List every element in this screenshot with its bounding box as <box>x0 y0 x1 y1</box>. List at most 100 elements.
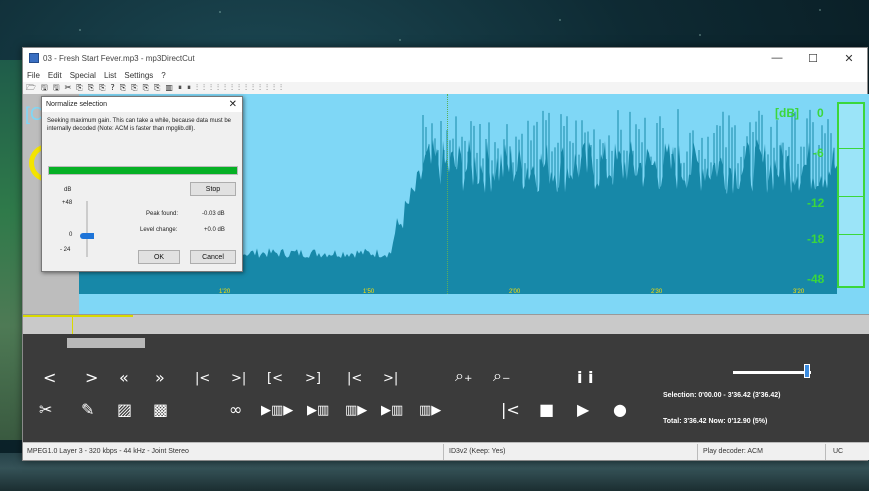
menu-help[interactable]: ? <box>161 71 165 80</box>
peak-value: -0.03 dB <box>202 211 225 217</box>
toolbar-button[interactable]: ⎘ <box>88 83 94 92</box>
timeline-tick: 3'20 <box>793 289 805 295</box>
timeline-tick: 2'00 <box>509 289 521 295</box>
toolbar: 🗁 🖫 🖫 ✂ ⎘ ⎘ ⎘? ⎘ ⎘ ⎘ ⎘ ▥ ⏸ ⏸ ⫶ ⫶ ⫶ ⫶ ⫶ ⫶ ⫶ ⫶ ⫶ ⫶ ⫶ ⫶ ⫶ <box>23 82 867 94</box>
toolbar-button[interactable]: ? <box>111 83 115 92</box>
status-format: MPEG1.0 Layer 3 - 320 kbps - 44 kHz - Jo… <box>27 448 189 455</box>
menu-edit[interactable]: Edit <box>48 71 62 80</box>
nudge-right-button[interactable]: > <box>85 370 98 386</box>
overview-selection <box>23 315 133 317</box>
selection-end-button[interactable]: >] <box>305 372 321 385</box>
nudge-left-button[interactable]: < <box>43 370 56 386</box>
menu-special[interactable]: Special <box>70 71 96 80</box>
menu-list[interactable]: List <box>104 71 116 80</box>
gain-slider[interactable] <box>86 201 88 257</box>
previous-cue-button[interactable]: |< <box>347 372 362 385</box>
toolbar-button[interactable]: ⫶ <box>273 83 275 92</box>
toolbar-button[interactable]: ⫶ <box>259 83 261 92</box>
play-selection-icon[interactable]: ▶▥▶ <box>261 404 293 417</box>
status-decoder: Play decoder: ACM <box>703 448 763 455</box>
toolbar-button[interactable]: ⫶ <box>231 83 233 92</box>
toolbar-button[interactable]: 🖫 <box>53 83 60 92</box>
title-bar: 03 - Fresh Start Fever.mp3 - mp3DirectCu… <box>23 48 867 68</box>
db-level-48: -48 <box>807 272 825 286</box>
cut-icon[interactable]: ✂ <box>39 402 52 418</box>
overview-marker <box>72 315 73 335</box>
toolbar-button[interactable]: ⎘ <box>131 83 137 92</box>
play-after-icon[interactable]: ▥▶ <box>419 404 441 417</box>
menu-file[interactable]: File <box>27 71 40 80</box>
dialog-message: Seeking maximum gain. This can take a wh… <box>47 118 231 132</box>
peak-label: Peak found: <box>146 211 179 217</box>
toolbar-button[interactable]: ⫶ <box>217 83 219 92</box>
toolbar-button[interactable]: ⫶ <box>238 83 240 92</box>
toolbar-button[interactable]: ⫶ <box>203 83 205 92</box>
toolbar-button[interactable]: ⎘ <box>143 83 149 92</box>
info-icon[interactable]: i i <box>577 370 594 386</box>
status-id3: ID3v2 (Keep: Yes) <box>449 448 506 455</box>
control-panel: < > « » |< >| [< >] |< >| ⌕₊ ⌕₋ i i ✂ ✎ … <box>23 334 869 442</box>
rewind-icon[interactable]: |< <box>501 402 520 418</box>
fade-in-icon[interactable]: ▨ <box>117 402 132 418</box>
stop-icon[interactable]: ■ <box>539 402 554 418</box>
status-bar: MPEG1.0 Layer 3 - 320 kbps - 44 kHz - Jo… <box>23 442 869 460</box>
volume-slider[interactable] <box>733 371 811 374</box>
toolbar-button[interactable]: ✂ <box>65 83 72 92</box>
db-level-0: 0 <box>817 106 824 120</box>
record-icon[interactable]: ● <box>613 402 627 418</box>
cancel-button[interactable]: Cancel <box>190 250 236 264</box>
maximize-button[interactable]: ☐ <box>795 52 831 65</box>
gain-slider-thumb[interactable] <box>80 233 94 239</box>
skip-back-button[interactable]: « <box>119 370 129 386</box>
go-to-end-button[interactable]: >| <box>231 372 246 385</box>
play-position-line <box>447 94 448 294</box>
go-to-start-button[interactable]: |< <box>195 372 210 385</box>
play-end-icon[interactable]: ▶▥ <box>381 404 403 417</box>
toolbar-button[interactable]: ⫶ <box>196 83 198 92</box>
play-to-cursor-icon[interactable]: ▶▥ <box>307 404 329 417</box>
timeline-tick: 1'20 <box>219 289 231 295</box>
toolbar-button[interactable]: ⎘ <box>99 83 105 92</box>
play-icon[interactable]: ▶ <box>577 402 589 418</box>
toolbar-button[interactable]: ⫶ <box>210 83 212 92</box>
selection-start-button[interactable]: [< <box>267 372 283 385</box>
scrollbar-thumb[interactable] <box>67 338 145 348</box>
play-from-cursor-icon[interactable]: ▥▶ <box>345 404 367 417</box>
status-uc: UC <box>833 448 844 455</box>
toolbar-button[interactable]: ⎘ <box>76 83 82 92</box>
menu-settings[interactable]: Settings <box>124 71 153 80</box>
scale-top-label: +48 <box>62 200 73 206</box>
edit-icon[interactable]: ✎ <box>81 402 94 418</box>
toolbar-button[interactable]: ⫶ <box>252 83 254 92</box>
timeline-tick: 2'30 <box>651 289 663 295</box>
db-unit-label: dB <box>64 187 72 193</box>
dialog-close-button[interactable]: ✕ <box>229 99 237 110</box>
toolbar-button[interactable]: ⎘ <box>154 83 160 92</box>
loop-icon[interactable]: ∞ <box>229 402 242 418</box>
toolbar-button[interactable]: ⫶ <box>280 83 282 92</box>
toolbar-button[interactable]: ⫶ <box>266 83 268 92</box>
toolbar-button[interactable]: 🖫 <box>41 83 48 92</box>
overview-bar[interactable] <box>23 314 869 335</box>
toolbar-button[interactable]: 🗁 <box>26 83 36 92</box>
toolbar-button[interactable]: ⏸ <box>178 83 182 92</box>
skip-forward-button[interactable]: » <box>155 370 165 386</box>
toolbar-button[interactable]: ⫶ <box>224 83 226 92</box>
stop-button[interactable]: Stop <box>190 182 236 196</box>
toolbar-button[interactable]: ⫶ <box>245 83 247 92</box>
zoom-out-icon[interactable]: ⌕₋ <box>493 368 510 384</box>
progress-bar <box>48 166 238 175</box>
ok-button[interactable]: OK <box>138 250 180 264</box>
toolbar-button[interactable]: ▥ <box>165 83 173 92</box>
menu-bar: File Edit Special List Settings ? <box>23 68 867 82</box>
toolbar-button[interactable]: ⏸ <box>187 83 191 92</box>
toolbar-button[interactable]: ⎘ <box>120 83 126 92</box>
fade-out-icon[interactable]: ▩ <box>153 402 168 418</box>
volume-slider-thumb[interactable] <box>804 364 810 378</box>
close-button[interactable]: ✕ <box>831 52 867 65</box>
next-cue-button[interactable]: >| <box>383 372 398 385</box>
window-title: 03 - Fresh Start Fever.mp3 - mp3DirectCu… <box>43 53 195 63</box>
zoom-in-icon[interactable]: ⌕₊ <box>455 368 472 384</box>
minimize-button[interactable]: — <box>759 52 795 64</box>
dialog-title-bar: Normalize selection ✕ <box>42 97 242 112</box>
